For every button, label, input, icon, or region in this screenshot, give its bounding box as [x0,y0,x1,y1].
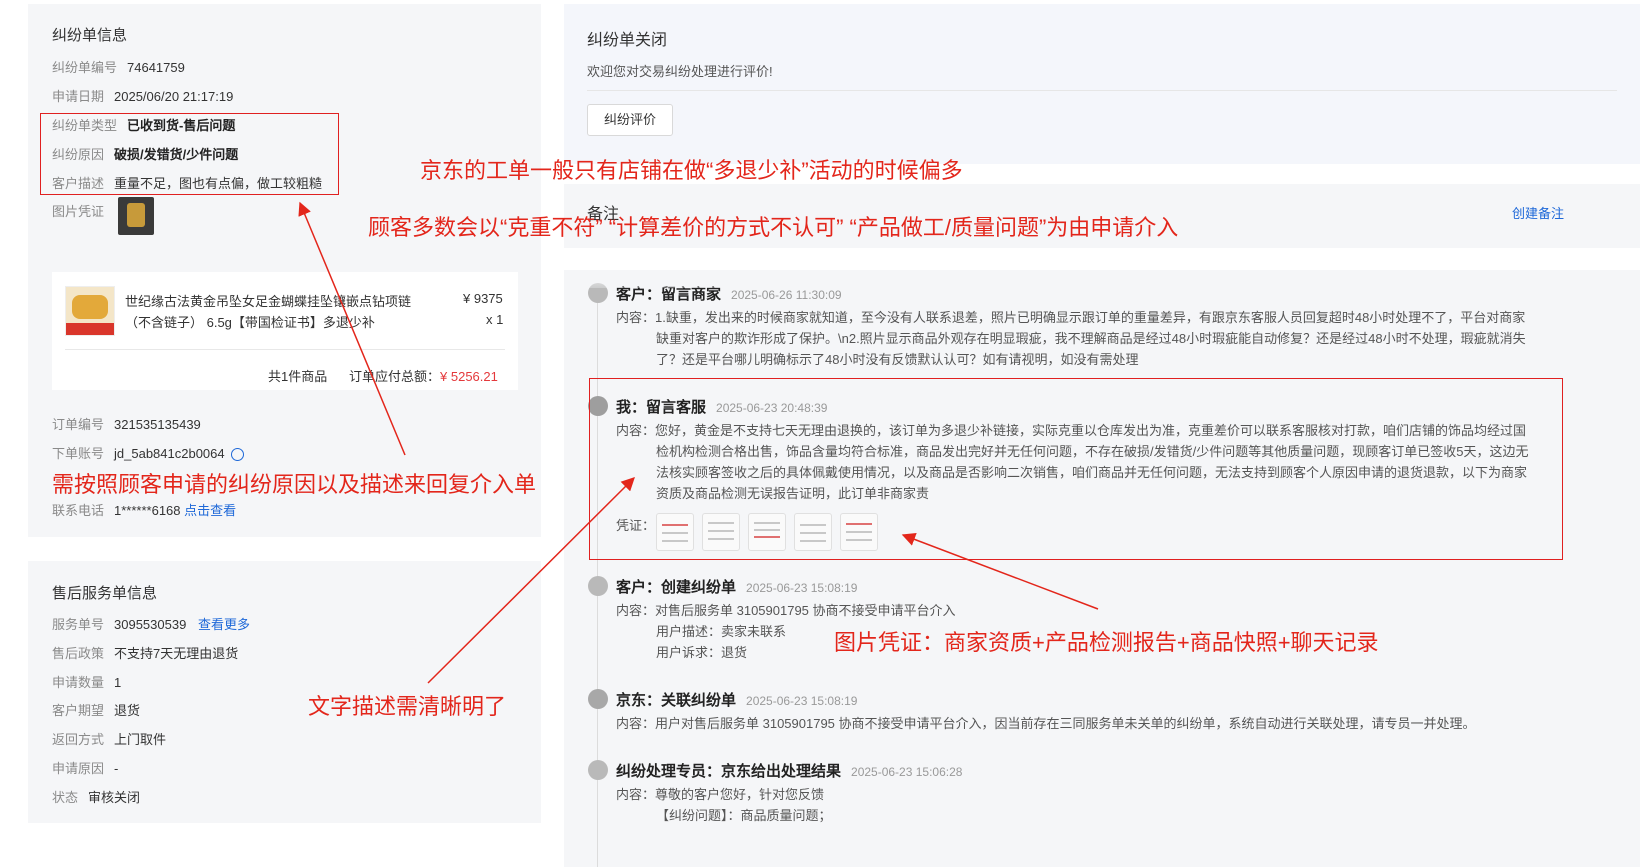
annotation-text-4: 文字描述需清晰明了 [308,694,507,719]
arrow-to-evidence [901,532,1099,610]
annotation-text-2: 顾客多数会以“克重不符” “计算差价的方式不认可” “产品做工/质量问题”为由申… [368,215,1179,240]
annotation-text-1: 京东的工单一般只有店铺在做“多退少补”活动的时候偏多 [420,158,963,183]
annotation-arrows [298,201,1099,684]
arrow-to-reply-text [427,477,635,684]
annotation-text-3: 需按照顾客申请的纠纷原因以及描述来回复介入单 [52,472,537,497]
annotation-text-5: 图片凭证：商家资质+产品检测报告+商品快照+聊天记录 [834,630,1379,655]
